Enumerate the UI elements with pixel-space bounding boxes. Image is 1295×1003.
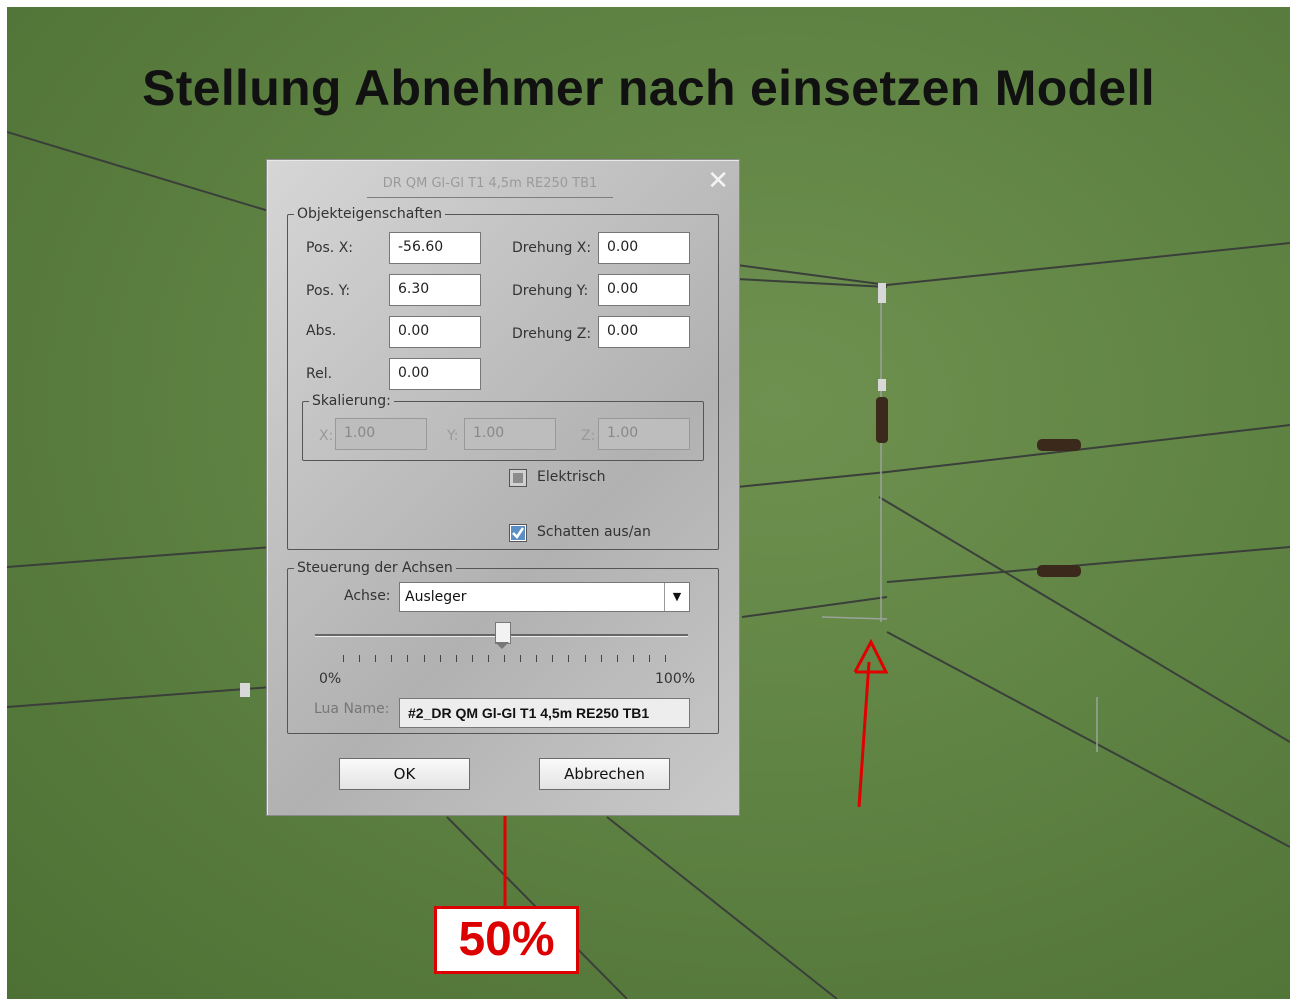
slider-tick [423,655,425,662]
skalierung-legend: Skalierung: [312,393,391,409]
slider-tick [359,655,361,662]
cancel-button[interactable]: Abbrechen [539,758,670,790]
drehung-y-label: Drehung Y: [512,283,589,299]
slider-ticks [343,655,666,663]
scale-z-label: Z: [581,428,596,444]
slider-tick [648,655,650,662]
drehung-z-label: Drehung Z: [512,326,592,342]
slider-min-label: 0% [319,671,342,687]
slider-tick [600,655,602,662]
slider-tick [616,655,618,662]
slider-tick [471,655,473,662]
drehung-z-input[interactable]: 0.00 [598,316,690,348]
slider-max-label: 100% [655,671,696,687]
chevron-down-icon[interactable]: ▼ [664,583,689,611]
object-properties-dialog: DR QM Gl-Gl T1 4,5m RE250 TB1 ✕ Objektei… [266,159,740,816]
slider-tick [407,655,409,662]
close-icon[interactable]: ✕ [707,168,729,194]
pos-x-input[interactable]: -56.60 [389,232,481,264]
pos-y-label: Pos. Y: [306,283,351,299]
achse-selected-value: Ausleger [405,589,467,605]
slider-tick [568,655,570,662]
ok-button[interactable]: OK [339,758,470,790]
dialog-title: DR QM Gl-Gl T1 4,5m RE250 TB1 [367,176,613,198]
slider-tick [343,655,344,662]
scale-x-label: X: [319,428,334,444]
abs-input[interactable]: 0.00 [389,316,481,348]
pos-y-input[interactable]: 6.30 [389,274,481,306]
slider-tick [536,655,538,662]
page-headline: Stellung Abnehmer nach einsetzen Modell [142,60,1155,116]
slider-tick [665,655,666,662]
elektrisch-checkbox[interactable] [509,469,527,487]
checkmark-icon [511,526,525,540]
slider-tick [439,655,441,662]
lua-name-label: Lua Name: [314,701,390,717]
achse-label: Achse: [344,588,391,604]
slider-tick [504,655,505,662]
slider-tick [375,655,377,662]
slider-tick [455,655,457,662]
objekteigenschaften-legend: Objekteigenschaften [297,206,442,222]
slider-tick [520,655,522,662]
achse-select[interactable]: Ausleger ▼ [399,582,690,612]
percent-callout: 50% [434,906,579,974]
schatten-checkbox[interactable] [509,524,527,542]
slider-tick [391,655,393,662]
drehung-x-label: Drehung X: [512,240,592,256]
scale-y-label: Y: [447,428,459,444]
slider-tick [584,655,586,662]
scale-x-input[interactable]: 1.00 [335,418,427,450]
slider-tick [632,655,634,662]
abs-label: Abs. [306,323,337,339]
drehung-y-input[interactable]: 0.00 [598,274,690,306]
pos-x-label: Pos. X: [306,240,354,256]
slider-tick [487,655,489,662]
rel-label: Rel. [306,366,333,382]
lua-name-field[interactable]: #2_DR QM Gl-Gl T1 4,5m RE250 TB1 [399,698,690,728]
drehung-x-input[interactable]: 0.00 [598,232,690,264]
elektrisch-label: Elektrisch [537,469,606,485]
slider-tick [552,655,554,662]
slider-thumb[interactable] [494,622,511,649]
scale-y-input[interactable]: 1.00 [464,418,556,450]
achsen-legend: Steuerung der Achsen [297,560,453,576]
schatten-label: Schatten aus/an [537,524,651,540]
rel-input[interactable]: 0.00 [389,358,481,390]
scale-z-input[interactable]: 1.00 [598,418,690,450]
